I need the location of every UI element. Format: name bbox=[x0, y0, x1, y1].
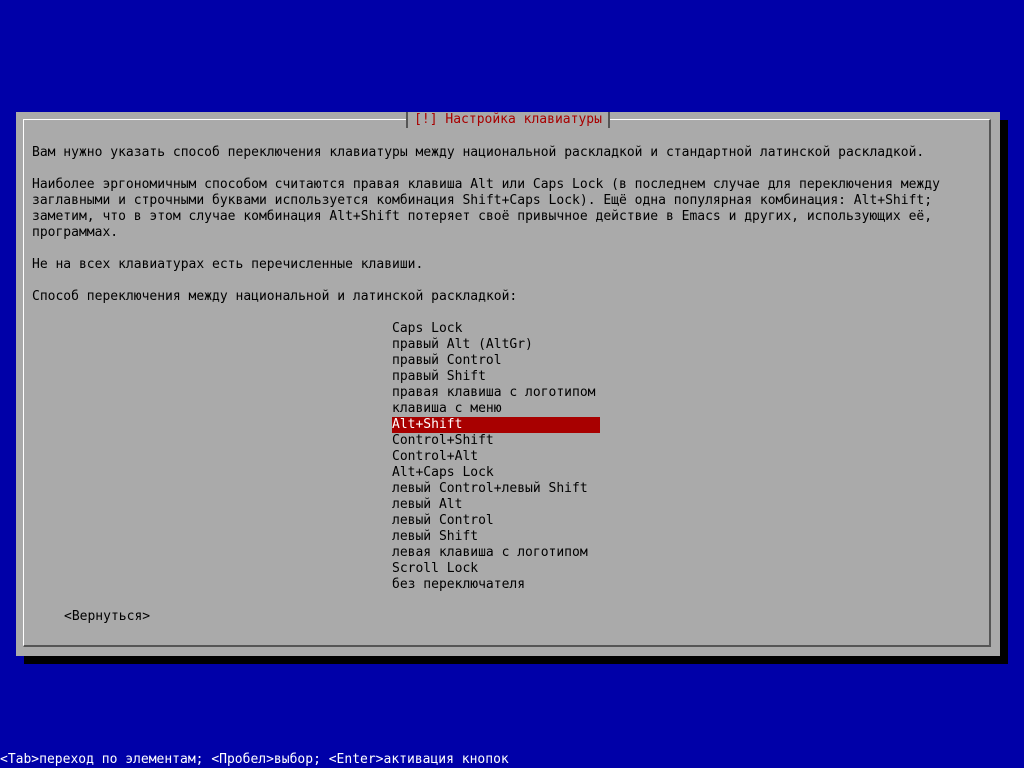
switch-method-option[interactable]: правая клавиша с логотипом bbox=[392, 385, 600, 401]
keys-availability-note: Не на всех клавиатурах есть перечисленны… bbox=[32, 257, 424, 272]
ergonomic-paragraph-line-3: заметим, что в этом случае комбинация Al… bbox=[32, 209, 933, 224]
switch-method-option[interactable]: правый Alt (AltGr) bbox=[392, 337, 600, 353]
key-hints-statusbar: <Tab>переход по элементам; <Пробел>выбор… bbox=[0, 752, 509, 767]
switch-method-option[interactable]: правый Shift bbox=[392, 369, 600, 385]
switch-method-option[interactable]: правый Control bbox=[392, 353, 600, 369]
dialog-title: [!] Настройка клавиатуры bbox=[406, 112, 610, 128]
switch-method-option[interactable]: Caps Lock bbox=[392, 321, 600, 337]
switch-method-option[interactable]: левый Control bbox=[392, 513, 600, 529]
dialog-title-bar: [!] Настройка клавиатуры bbox=[16, 112, 1000, 128]
switch-method-option[interactable]: левый Shift bbox=[392, 529, 600, 545]
switch-method-option[interactable]: левая клавиша с логотипом bbox=[392, 545, 600, 561]
switch-method-option[interactable]: левый Alt bbox=[392, 497, 600, 513]
back-button[interactable]: <Вернуться> bbox=[64, 609, 150, 625]
switch-method-prompt: Способ переключения между национальной и… bbox=[32, 289, 518, 304]
switch-method-option[interactable]: Alt+Caps Lock bbox=[392, 465, 600, 481]
ergonomic-paragraph-line-1: Наиболее эргономичным способом считаются… bbox=[32, 177, 940, 192]
ergonomic-paragraph-line-4: программах. bbox=[32, 225, 119, 240]
switch-method-option[interactable]: Control+Alt bbox=[392, 449, 600, 465]
switch-method-option[interactable]: без переключателя bbox=[392, 577, 600, 593]
switch-method-option[interactable]: Alt+Shift bbox=[392, 417, 600, 433]
keyboard-config-dialog: [!] Настройка клавиатуры Вам нужно указа… bbox=[16, 112, 1000, 656]
intro-paragraph: Вам нужно указать способ переключения кл… bbox=[32, 145, 925, 160]
switch-method-option[interactable]: левый Control+левый Shift bbox=[392, 481, 600, 497]
ergonomic-paragraph-line-2: заглавными и строчными буквами используе… bbox=[32, 193, 933, 208]
switch-method-list[interactable]: Caps Lock правый Alt (AltGr) правый Contro… bbox=[392, 321, 600, 593]
switch-method-option[interactable]: Control+Shift bbox=[392, 433, 600, 449]
switch-method-option[interactable]: клавиша с меню bbox=[392, 401, 600, 417]
switch-method-option[interactable]: Scroll Lock bbox=[392, 561, 600, 577]
